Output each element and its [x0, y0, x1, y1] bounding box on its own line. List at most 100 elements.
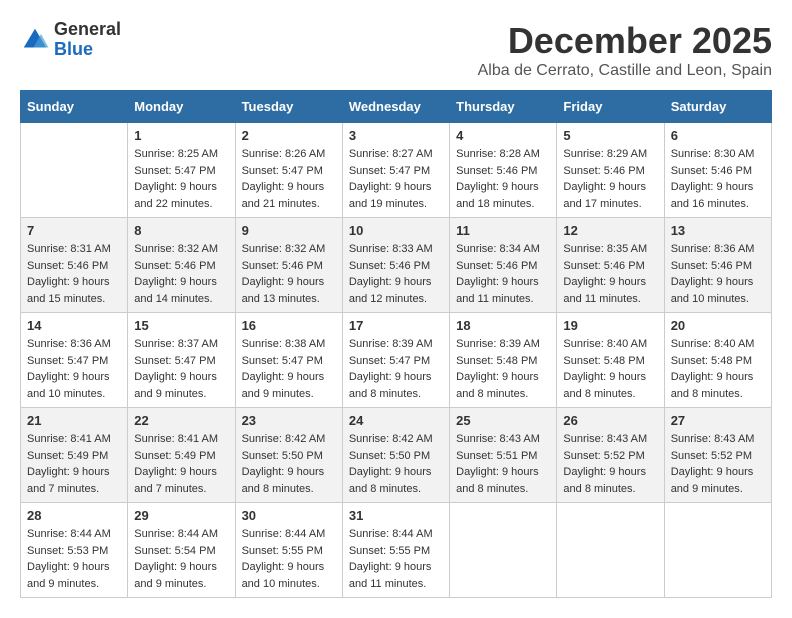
calendar-body: 1 Sunrise: 8:25 AMSunset: 5:47 PMDaylight… — [21, 123, 772, 598]
day-number: 24 — [349, 413, 443, 428]
calendar-week-row: 1 Sunrise: 8:25 AMSunset: 5:47 PMDaylight… — [21, 123, 772, 218]
calendar-cell: 24 Sunrise: 8:42 AMSunset: 5:50 PMDayligh… — [342, 408, 449, 503]
calendar-cell: 15Sunrise: 8:37 AMSunset: 5:47 PMDayligh… — [128, 313, 235, 408]
day-number: 28 — [27, 508, 121, 523]
day-info: Sunrise: 8:43 AMSunset: 5:52 PMDaylight:… — [563, 431, 657, 497]
day-number: 1 — [134, 128, 228, 143]
calendar-cell — [557, 503, 664, 598]
day-number: 6 — [671, 128, 765, 143]
calendar-cell: 13 Sunrise: 8:36 AMSunset: 5:46 PMDayligh… — [664, 218, 771, 313]
calendar-cell: 17 Sunrise: 8:39 AMSunset: 5:47 PMDayligh… — [342, 313, 449, 408]
header-wednesday: Wednesday — [342, 91, 449, 123]
day-number: 23 — [242, 413, 336, 428]
day-number: 27 — [671, 413, 765, 428]
day-info: Sunrise: 8:33 AMSunset: 5:46 PMDaylight:… — [349, 241, 443, 307]
day-info: Sunrise: 8:35 AMSunset: 5:46 PMDaylight:… — [563, 241, 657, 307]
calendar-cell: 1 Sunrise: 8:25 AMSunset: 5:47 PMDaylight… — [128, 123, 235, 218]
calendar-header-row: Sunday Monday Tuesday Wednesday Thursday… — [21, 91, 772, 123]
day-info: Sunrise: 8:36 AMSunset: 5:46 PMDaylight:… — [671, 241, 765, 307]
calendar-week-row: 7Sunrise: 8:31 AMSunset: 5:46 PMDaylight… — [21, 218, 772, 313]
day-info: Sunrise: 8:32 AMSunset: 5:46 PMDaylight:… — [242, 241, 336, 307]
calendar-cell: 27 Sunrise: 8:43 AMSunset: 5:52 PMDayligh… — [664, 408, 771, 503]
day-info: Sunrise: 8:44 AMSunset: 5:53 PMDaylight:… — [27, 526, 121, 592]
header-monday: Monday — [128, 91, 235, 123]
day-info: Sunrise: 8:30 AMSunset: 5:46 PMDaylight:… — [671, 146, 765, 212]
day-number: 17 — [349, 318, 443, 333]
calendar-cell: 18 Sunrise: 8:39 AMSunset: 5:48 PMDayligh… — [450, 313, 557, 408]
day-number: 13 — [671, 223, 765, 238]
day-info: Sunrise: 8:26 AMSunset: 5:47 PMDaylight:… — [242, 146, 336, 212]
calendar-cell: 11 Sunrise: 8:34 AMSunset: 5:46 PMDayligh… — [450, 218, 557, 313]
logo-general: General — [54, 20, 121, 40]
day-info: Sunrise: 8:40 AMSunset: 5:48 PMDaylight:… — [671, 336, 765, 402]
day-number: 30 — [242, 508, 336, 523]
calendar-cell: 26 Sunrise: 8:43 AMSunset: 5:52 PMDayligh… — [557, 408, 664, 503]
day-number: 19 — [563, 318, 657, 333]
day-number: 9 — [242, 223, 336, 238]
header-tuesday: Tuesday — [235, 91, 342, 123]
day-info: Sunrise: 8:38 AMSunset: 5:47 PMDaylight:… — [242, 336, 336, 402]
day-info: Sunrise: 8:27 AMSunset: 5:47 PMDaylight:… — [349, 146, 443, 212]
header-sunday: Sunday — [21, 91, 128, 123]
logo-blue: Blue — [54, 40, 121, 60]
header-section: General Blue December 2025 Alba de Cerra… — [20, 20, 772, 80]
day-number: 10 — [349, 223, 443, 238]
calendar-cell: 29Sunrise: 8:44 AMSunset: 5:54 PMDayligh… — [128, 503, 235, 598]
day-info: Sunrise: 8:34 AMSunset: 5:46 PMDaylight:… — [456, 241, 550, 307]
calendar-cell: 4Sunrise: 8:28 AMSunset: 5:46 PMDaylight… — [450, 123, 557, 218]
location-title: Alba de Cerrato, Castille and Leon, Spai… — [478, 62, 772, 80]
day-info: Sunrise: 8:32 AMSunset: 5:46 PMDaylight:… — [134, 241, 228, 307]
header-friday: Friday — [557, 91, 664, 123]
day-number: 22 — [134, 413, 228, 428]
calendar-cell: 31Sunrise: 8:44 AMSunset: 5:55 PMDayligh… — [342, 503, 449, 598]
day-info: Sunrise: 8:40 AMSunset: 5:48 PMDaylight:… — [563, 336, 657, 402]
calendar-cell: 10 Sunrise: 8:33 AMSunset: 5:46 PMDayligh… — [342, 218, 449, 313]
calendar-cell: 30 Sunrise: 8:44 AMSunset: 5:55 PMDayligh… — [235, 503, 342, 598]
calendar-week-row: 21 Sunrise: 8:41 AMSunset: 5:49 PMDayligh… — [21, 408, 772, 503]
day-info: Sunrise: 8:43 AMSunset: 5:51 PMDaylight:… — [456, 431, 550, 497]
day-number: 12 — [563, 223, 657, 238]
calendar-cell: 14Sunrise: 8:36 AMSunset: 5:47 PMDayligh… — [21, 313, 128, 408]
day-info: Sunrise: 8:28 AMSunset: 5:46 PMDaylight:… — [456, 146, 550, 212]
day-info: Sunrise: 8:29 AMSunset: 5:46 PMDaylight:… — [563, 146, 657, 212]
day-number: 7 — [27, 223, 121, 238]
logo-icon — [20, 25, 50, 55]
calendar-cell: 28 Sunrise: 8:44 AMSunset: 5:53 PMDayligh… — [21, 503, 128, 598]
calendar-cell — [664, 503, 771, 598]
day-info: Sunrise: 8:41 AMSunset: 5:49 PMDaylight:… — [27, 431, 121, 497]
calendar-cell: 5Sunrise: 8:29 AMSunset: 5:46 PMDaylight… — [557, 123, 664, 218]
logo-text: General Blue — [54, 20, 121, 60]
day-number: 16 — [242, 318, 336, 333]
day-number: 18 — [456, 318, 550, 333]
calendar-week-row: 14Sunrise: 8:36 AMSunset: 5:47 PMDayligh… — [21, 313, 772, 408]
day-info: Sunrise: 8:43 AMSunset: 5:52 PMDaylight:… — [671, 431, 765, 497]
calendar-cell: 12 Sunrise: 8:35 AMSunset: 5:46 PMDayligh… — [557, 218, 664, 313]
day-info: Sunrise: 8:25 AMSunset: 5:47 PMDaylight:… — [134, 146, 228, 212]
calendar-cell: 6 Sunrise: 8:30 AMSunset: 5:46 PMDaylight… — [664, 123, 771, 218]
calendar-cell — [21, 123, 128, 218]
day-info: Sunrise: 8:44 AMSunset: 5:55 PMDaylight:… — [242, 526, 336, 592]
calendar: Sunday Monday Tuesday Wednesday Thursday… — [20, 90, 772, 598]
day-info: Sunrise: 8:36 AMSunset: 5:47 PMDaylight:… — [27, 336, 121, 402]
header-thursday: Thursday — [450, 91, 557, 123]
day-info: Sunrise: 8:42 AMSunset: 5:50 PMDaylight:… — [349, 431, 443, 497]
calendar-cell: 20Sunrise: 8:40 AMSunset: 5:48 PMDayligh… — [664, 313, 771, 408]
day-info: Sunrise: 8:39 AMSunset: 5:48 PMDaylight:… — [456, 336, 550, 402]
calendar-cell — [450, 503, 557, 598]
calendar-cell: 8Sunrise: 8:32 AMSunset: 5:46 PMDaylight… — [128, 218, 235, 313]
header-saturday: Saturday — [664, 91, 771, 123]
day-number: 26 — [563, 413, 657, 428]
day-number: 11 — [456, 223, 550, 238]
calendar-week-row: 28 Sunrise: 8:44 AMSunset: 5:53 PMDayligh… — [21, 503, 772, 598]
calendar-cell: 9 Sunrise: 8:32 AMSunset: 5:46 PMDaylight… — [235, 218, 342, 313]
logo: General Blue — [20, 20, 121, 60]
day-number: 21 — [27, 413, 121, 428]
day-number: 2 — [242, 128, 336, 143]
title-section: December 2025 Alba de Cerrato, Castille … — [478, 20, 772, 80]
day-info: Sunrise: 8:39 AMSunset: 5:47 PMDaylight:… — [349, 336, 443, 402]
calendar-cell: 25Sunrise: 8:43 AMSunset: 5:51 PMDayligh… — [450, 408, 557, 503]
day-info: Sunrise: 8:37 AMSunset: 5:47 PMDaylight:… — [134, 336, 228, 402]
day-info: Sunrise: 8:42 AMSunset: 5:50 PMDaylight:… — [242, 431, 336, 497]
day-number: 3 — [349, 128, 443, 143]
day-number: 31 — [349, 508, 443, 523]
